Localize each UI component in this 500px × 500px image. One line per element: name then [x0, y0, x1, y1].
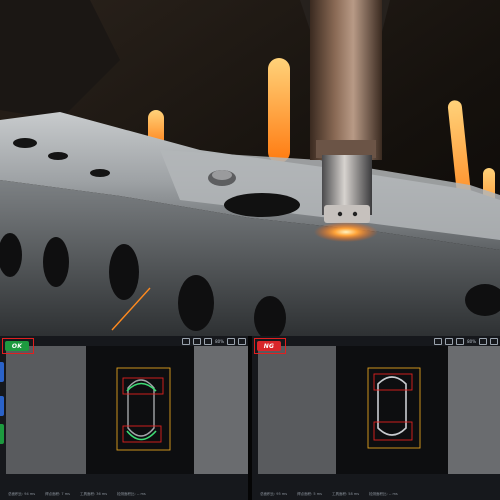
- zoom-in-icon[interactable]: [479, 338, 487, 345]
- toolbar: 80%: [434, 337, 498, 346]
- zoom-out-icon[interactable]: [490, 338, 498, 345]
- stat-item: 总面积比: 94 ms: [8, 491, 36, 496]
- grid-icon[interactable]: [204, 338, 213, 345]
- stat-item: 焊点面积: 5 ms: [297, 491, 322, 496]
- inspection-panel-ng: NG 80% 总面积比: 95 ms 焊点面积: 5 ms 工具面积: 58 m…: [252, 336, 500, 500]
- monitor-icon[interactable]: [193, 338, 202, 345]
- welding-gun: [310, 0, 382, 160]
- weld-glow: [314, 222, 378, 242]
- inspection-panel-ok: OK 80% 总面积比: 94 ms 焊点面积: 7 ms 工具面积: 36 m…: [0, 336, 248, 500]
- zoom-level[interactable]: 80%: [215, 339, 224, 344]
- beam-slot: [224, 193, 300, 217]
- zoom-level[interactable]: 80%: [467, 339, 476, 344]
- side-tab-blue[interactable]: [0, 362, 4, 382]
- stat-item: 焊点面积: 7 ms: [45, 491, 70, 496]
- fit-icon[interactable]: [434, 338, 443, 345]
- side-tab-blue[interactable]: [0, 396, 4, 416]
- grid-icon[interactable]: [456, 338, 465, 345]
- monitor-icon[interactable]: [445, 338, 454, 345]
- zoom-out-icon[interactable]: [238, 338, 246, 345]
- weld-spot: [127, 379, 155, 437]
- zoom-in-icon[interactable]: [227, 338, 235, 345]
- welding-photo: [0, 0, 500, 336]
- toolbar: 80%: [182, 337, 246, 346]
- stat-item: 检测面积比: -- ms: [117, 491, 146, 496]
- status-badge-ng: NG: [257, 341, 281, 351]
- stats-footer: 总面积比: 94 ms 焊点面积: 7 ms 工具面积: 36 ms 检测面积比…: [0, 488, 248, 500]
- fit-icon[interactable]: [182, 338, 191, 345]
- weld-spot: [377, 376, 407, 436]
- status-badge-ok: OK: [5, 341, 29, 351]
- stat-item: 检测面积比: -- ms: [369, 491, 398, 496]
- glow-bar: [268, 58, 290, 163]
- side-tab-green[interactable]: [0, 424, 4, 444]
- stat-item: 工具面积: 58 ms: [331, 491, 360, 496]
- side-strip: [0, 354, 4, 484]
- stats-footer: 总面积比: 95 ms 焊点面积: 5 ms 工具面积: 58 ms 检测面积比…: [252, 488, 500, 500]
- stat-item: 工具面积: 36 ms: [79, 491, 108, 496]
- stat-item: 总面积比: 95 ms: [260, 491, 288, 496]
